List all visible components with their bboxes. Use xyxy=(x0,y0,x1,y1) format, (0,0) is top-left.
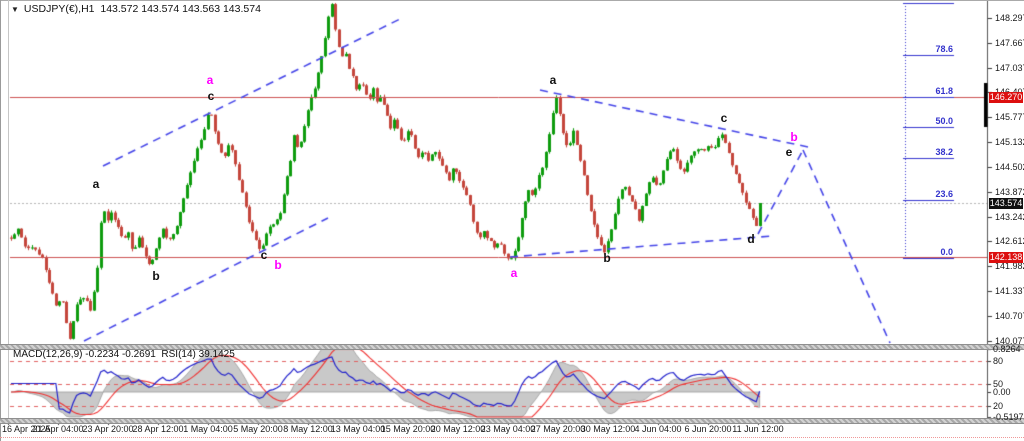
time-axis[interactable]: 16 Apr 202521 Apr 04:0023 Apr 20:0028 Ap… xyxy=(0,421,1024,441)
price-axis-label: 145.132 xyxy=(995,137,1024,147)
price-axis-label: 141.337 xyxy=(995,286,1024,296)
price-axis-label: 142.612 xyxy=(995,236,1024,246)
bottom-dotted-line xyxy=(0,437,1024,438)
window-top-border xyxy=(0,0,1024,1)
price-axis-label: 143.242 xyxy=(995,212,1024,222)
price-axis-label: 146.407 xyxy=(995,87,1024,97)
time-axis-label: 11 Jun 12:00 xyxy=(723,424,793,434)
symbol-quote-text: USDJPY(€),H1 143.572 143.574 143.563 143… xyxy=(24,3,261,15)
price-axis-label: 147.667 xyxy=(995,38,1024,48)
price-axis[interactable]: 148.297 147.667 147.037 146.407 145.777 145.1… xyxy=(988,0,1024,420)
indicator-label: MACD(12,26,9) -0.2234 -0.2691 RSI(14) 39… xyxy=(13,349,235,360)
price-axis-label: 141.982 xyxy=(995,261,1024,271)
price-axis-label: 148.297 xyxy=(995,13,1024,23)
price-axis-label: 143.872 xyxy=(995,187,1024,197)
trading-chart-window: ▼ USDJPY(€),H1 143.572 143.574 143.563 14… xyxy=(0,0,1024,441)
indicator-axis-label: 20 xyxy=(993,401,1003,411)
window-left-border xyxy=(0,0,1,441)
chart-title: ▼ USDJPY(€),H1 143.572 143.574 143.563 14… xyxy=(11,3,261,15)
price-chart-canvas[interactable] xyxy=(0,0,1024,441)
indicator-axis-label: 0.00 xyxy=(993,387,1011,397)
price-axis-label: 147.037 xyxy=(995,63,1024,73)
price-axis-label: 144.502 xyxy=(995,162,1024,172)
price-axis-label: 145.777 xyxy=(995,112,1024,122)
chevron-down-icon[interactable]: ▼ xyxy=(11,5,19,14)
indicator-axis-label: 80 xyxy=(993,356,1003,366)
indicator-axis-label: 0.8264 xyxy=(993,344,1021,354)
price-axis-label: 140.707 xyxy=(995,311,1024,321)
plot-left-border xyxy=(8,0,9,420)
